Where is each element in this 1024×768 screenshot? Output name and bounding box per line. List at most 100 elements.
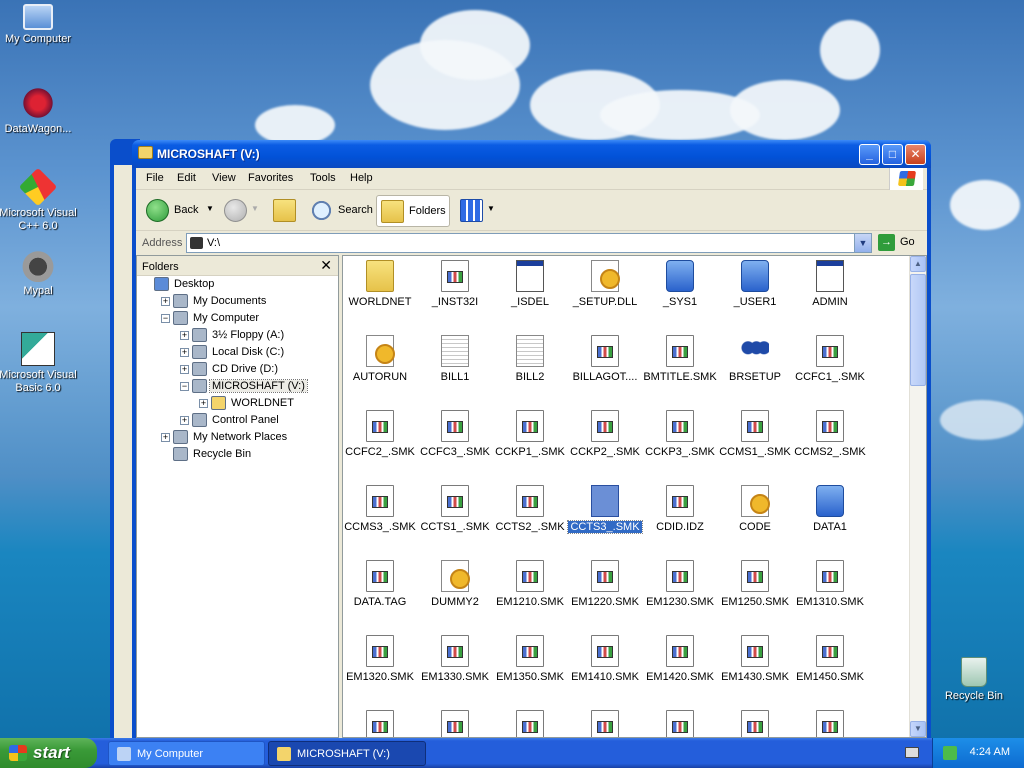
file-item[interactable]: CCFC2_.SMK bbox=[343, 406, 417, 476]
close-button[interactable]: ✕ bbox=[905, 144, 926, 165]
desktop-icon-datawagon[interactable]: DataWagon... bbox=[0, 86, 79, 136]
desktop-icon-recycle-bin[interactable]: Recycle Bin bbox=[933, 657, 1015, 703]
back-dropdown-icon[interactable]: ▼ bbox=[206, 204, 214, 213]
file-item[interactable]: CCKP1_.SMK bbox=[493, 406, 567, 476]
folders-button[interactable]: Folders bbox=[376, 195, 450, 227]
tree-expander-icon[interactable]: + bbox=[180, 416, 189, 425]
tree-expander-icon[interactable]: + bbox=[180, 365, 189, 374]
minimize-button[interactable]: _ bbox=[859, 144, 880, 165]
title-bar[interactable]: MICROSHAFT (V:) _ □ ✕ bbox=[132, 140, 931, 168]
file-item[interactable]: CCMS2_.SMK bbox=[793, 406, 867, 476]
scroll-up-icon[interactable]: ▲ bbox=[910, 256, 926, 272]
file-item[interactable] bbox=[343, 706, 417, 737]
tree-expander-icon[interactable]: + bbox=[180, 348, 189, 357]
file-item[interactable]: EM1410.SMK bbox=[568, 631, 642, 701]
taskbar-item-microshaft[interactable]: MICROSHAFT (V:) bbox=[268, 741, 426, 766]
file-item[interactable]: CCFC1_.SMK bbox=[793, 331, 867, 401]
file-item[interactable]: EM1220.SMK bbox=[568, 556, 642, 626]
file-item[interactable]: EM1310.SMK bbox=[793, 556, 867, 626]
file-item[interactable]: BILLAGOT.... bbox=[568, 331, 642, 401]
tree-expander-icon[interactable]: + bbox=[161, 433, 170, 442]
desktop-icon-visual-cpp[interactable]: Microsoft Visual C++ 6.0 bbox=[0, 167, 79, 233]
file-item[interactable]: CCKP3_.SMK bbox=[643, 406, 717, 476]
file-item[interactable]: ADMIN bbox=[793, 256, 867, 326]
desktop-icon-mypal[interactable]: Mypal bbox=[0, 248, 79, 298]
file-item[interactable]: DATA1 bbox=[793, 481, 867, 551]
file-item[interactable]: EM1420.SMK bbox=[643, 631, 717, 701]
tray-app-icon[interactable] bbox=[943, 746, 957, 760]
views-button[interactable]: ▼ bbox=[458, 195, 496, 227]
address-dropdown-icon[interactable]: ▼ bbox=[854, 234, 871, 252]
address-input[interactable]: V:\ ▼ bbox=[186, 233, 872, 253]
menu-help[interactable]: Help bbox=[350, 172, 373, 184]
file-name: CCMS3_.SMK bbox=[344, 521, 416, 533]
tree-expander-icon[interactable]: + bbox=[199, 399, 208, 408]
file-item[interactable]: _SYS1 bbox=[643, 256, 717, 326]
file-item[interactable]: EM1350.SMK bbox=[493, 631, 567, 701]
menu-file[interactable]: File bbox=[146, 172, 164, 184]
file-item[interactable]: EM1250.SMK bbox=[718, 556, 792, 626]
file-item[interactable]: CCMS1_.SMK bbox=[718, 406, 792, 476]
back-button[interactable]: Back ▼ bbox=[142, 195, 214, 227]
file-item[interactable]: BILL1 bbox=[418, 331, 492, 401]
file-item[interactable]: EM1230.SMK bbox=[643, 556, 717, 626]
file-item[interactable]: EM1330.SMK bbox=[418, 631, 492, 701]
file-item[interactable]: DUMMY2 bbox=[418, 556, 492, 626]
file-item[interactable]: CCMS3_.SMK bbox=[343, 481, 417, 551]
keyboard-icon[interactable] bbox=[905, 747, 919, 758]
file-item[interactable]: EM1430.SMK bbox=[718, 631, 792, 701]
desktop-icon-my-computer[interactable]: My Computer bbox=[0, 4, 79, 46]
file-name: EM1250.SMK bbox=[721, 596, 789, 608]
file-item[interactable] bbox=[793, 706, 867, 737]
file-item[interactable] bbox=[493, 706, 567, 737]
forward-button[interactable]: ▼ bbox=[220, 195, 260, 227]
computer-icon bbox=[23, 4, 53, 30]
file-item[interactable]: EM1320.SMK bbox=[343, 631, 417, 701]
file-item[interactable]: BMTITLE.SMK bbox=[643, 331, 717, 401]
file-item[interactable]: CCTS1_.SMK bbox=[418, 481, 492, 551]
file-item[interactable] bbox=[568, 706, 642, 737]
taskbar-item-my-computer[interactable]: My Computer bbox=[108, 741, 265, 766]
file-item[interactable]: BILL2 bbox=[493, 331, 567, 401]
file-item[interactable]: CCTS2_.SMK bbox=[493, 481, 567, 551]
close-icon[interactable]: ✕ bbox=[320, 257, 332, 274]
file-item[interactable] bbox=[418, 706, 492, 737]
menu-edit[interactable]: Edit bbox=[177, 172, 196, 184]
scroll-down-icon[interactable]: ▼ bbox=[910, 721, 926, 737]
file-item[interactable]: _ISDEL bbox=[493, 256, 567, 326]
tree-expander-icon[interactable]: + bbox=[161, 297, 170, 306]
file-item[interactable]: CCFC3_.SMK bbox=[418, 406, 492, 476]
file-item[interactable] bbox=[643, 706, 717, 737]
tree-expander-icon[interactable]: − bbox=[161, 314, 170, 323]
file-item[interactable]: CODE bbox=[718, 481, 792, 551]
menu-favorites[interactable]: Favorites bbox=[248, 172, 293, 184]
file-item[interactable]: EM1210.SMK bbox=[493, 556, 567, 626]
desktop-icon-visual-basic[interactable]: Microsoft Visual Basic 6.0 bbox=[0, 332, 79, 395]
maximize-button[interactable]: □ bbox=[882, 144, 903, 165]
file-item[interactable]: CDID.IDZ bbox=[643, 481, 717, 551]
file-item[interactable]: _INST32I bbox=[418, 256, 492, 326]
vertical-scrollbar[interactable]: ▲ ▼ bbox=[909, 256, 926, 737]
forward-dropdown-icon[interactable]: ▼ bbox=[251, 204, 259, 213]
file-item[interactable]: _SETUP.DLL bbox=[568, 256, 642, 326]
file-item[interactable]: AUTORUN bbox=[343, 331, 417, 401]
menu-view[interactable]: View bbox=[212, 172, 236, 184]
file-name: BILL1 bbox=[440, 371, 470, 383]
file-item[interactable]: CCTS3_.SMK bbox=[567, 481, 643, 551]
file-item[interactable]: WORLDNET bbox=[343, 256, 417, 326]
tree-expander-icon[interactable]: − bbox=[180, 382, 189, 391]
file-name: AUTORUN bbox=[352, 371, 408, 383]
file-item[interactable]: CCKP2_.SMK bbox=[568, 406, 642, 476]
menu-tools[interactable]: Tools bbox=[310, 172, 336, 184]
file-item[interactable]: EM1450.SMK bbox=[793, 631, 867, 701]
file-item[interactable] bbox=[718, 706, 792, 737]
start-button[interactable]: start bbox=[0, 738, 97, 768]
tree-expander-icon[interactable]: + bbox=[180, 331, 189, 340]
file-item[interactable]: DATA.TAG bbox=[343, 556, 417, 626]
up-button[interactable] bbox=[270, 195, 298, 227]
file-item[interactable]: BRSETUP bbox=[718, 331, 792, 401]
file-item[interactable]: _USER1 bbox=[718, 256, 792, 326]
scroll-thumb[interactable] bbox=[910, 274, 926, 386]
search-button[interactable]: Search bbox=[306, 195, 374, 227]
file-name: CCMS2_.SMK bbox=[794, 446, 866, 458]
